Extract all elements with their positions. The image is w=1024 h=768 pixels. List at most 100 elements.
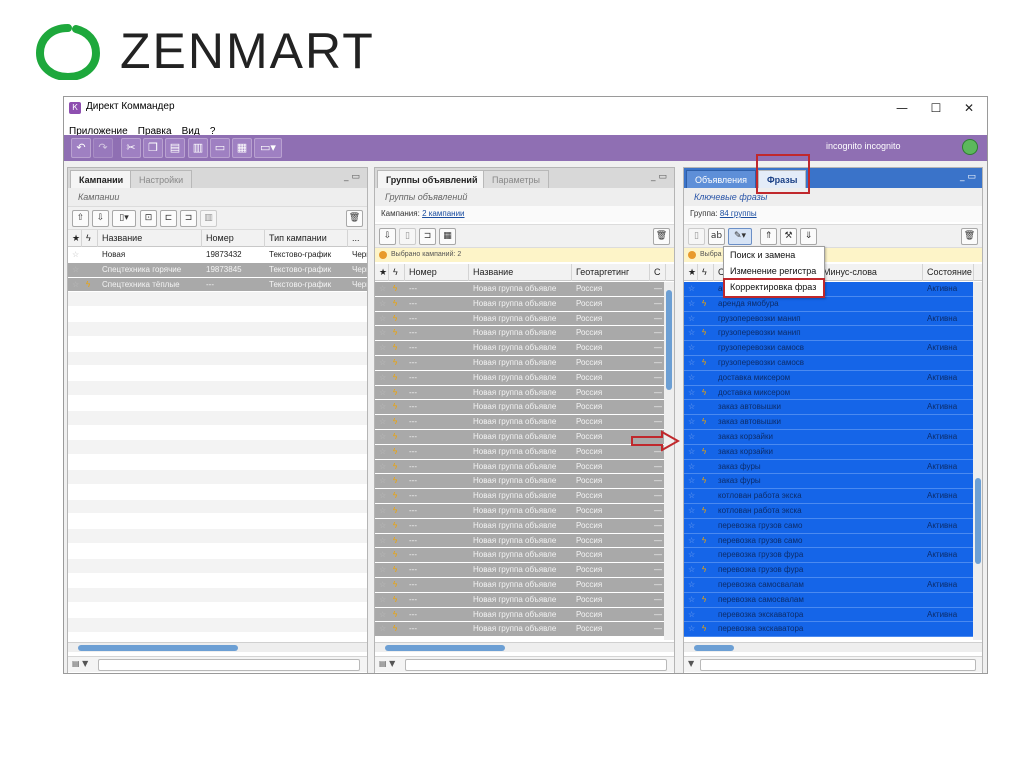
bolt-col-icon[interactable]: ϟ (698, 264, 714, 281)
export-icon[interactable]: ⊐ (419, 228, 436, 245)
star-col-icon[interactable]: ★ (68, 230, 82, 247)
minimize-button[interactable]: — (888, 99, 916, 117)
table-row[interactable]: ☆ ϟ перевозка грузов само (684, 533, 982, 549)
table-icon[interactable]: ▦ (439, 228, 456, 245)
table-row[interactable]: ☆ перевозка экскаватора Активна (684, 607, 982, 623)
table-row[interactable]: ☆ ϟ --- Новая группа объявле Россия — (375, 622, 674, 638)
table-row[interactable]: ☆ грузоперевозки манип Активна (684, 311, 982, 327)
scroll-thumb[interactable] (78, 645, 238, 651)
bolt-col-icon[interactable]: ϟ (389, 264, 405, 281)
table-row[interactable]: ☆ ϟ --- Новая группа объявле Россия — (375, 459, 674, 475)
table-row[interactable]: ☆ ϟ заказ автовышки (684, 415, 982, 430)
paste-icon[interactable]: ▤ (165, 138, 185, 158)
table-row[interactable]: ☆ ϟ --- Новая группа объявле Россия — (375, 503, 674, 519)
table-row[interactable]: ☆ ϟ --- Новая группа объявле Россия — (375, 341, 674, 356)
table-row[interactable]: ☆ ϟ Спецтехника тёплые --- Текстово-график Че… (68, 277, 367, 293)
table-row[interactable]: ☆ ϟ --- Новая группа объявле Россия — (375, 592, 674, 608)
table-row[interactable]: ☆ ϟ перевозка грузов фура (684, 563, 982, 578)
table-row[interactable]: ☆ перевозка самосвалам Активна (684, 577, 982, 593)
table-row[interactable]: ☆ ϟ --- Новая группа объявле Россия — (375, 533, 674, 549)
adgroups-filter-input[interactable] (405, 659, 667, 671)
table-row[interactable]: ☆ ϟ --- Новая группа объявле Россия — (375, 607, 674, 623)
scroll-thumb[interactable] (975, 478, 981, 564)
phrases-vscroll[interactable] (973, 282, 982, 640)
col-geo[interactable]: Геотаргетинг (572, 264, 650, 281)
col-extra[interactable]: С (650, 264, 666, 281)
col-name[interactable]: Название (469, 264, 572, 281)
table-row[interactable]: ☆ ϟ --- Новая группа объявле Россия — (375, 563, 674, 578)
new-doc-icon[interactable]: ▯ (399, 228, 416, 245)
col-more[interactable]: ... (348, 230, 367, 247)
table-row[interactable]: ☆ ϟ --- Новая группа объявле Россия — (375, 311, 674, 327)
table-row[interactable]: ☆ ϟ --- Новая группа объявле Россия — (375, 489, 674, 504)
phrases-filter-input[interactable] (700, 659, 976, 671)
table-row[interactable]: ☆ ϟ грузоперевозки самосв (684, 355, 982, 371)
table-row[interactable]: ☆ ϟ --- Новая группа объявле Россия — (375, 415, 674, 430)
table-row[interactable]: ☆ ϟ --- Новая группа объявле Россия — (375, 400, 674, 416)
bolt-col-icon[interactable]: ϟ (82, 230, 98, 247)
campaigns-hscroll[interactable] (68, 642, 367, 652)
panel-minimize-icon[interactable]: _ ▭ (960, 172, 976, 182)
table-row[interactable]: ☆ заказ корзайки Активна (684, 429, 982, 445)
dropdown-icon[interactable]: ▭▾ (254, 138, 282, 158)
table-row[interactable]: ☆ заказ фуры Активна (684, 459, 982, 475)
export-icon[interactable]: ⊐ (180, 210, 197, 227)
phrases-hscroll[interactable] (684, 642, 982, 652)
table-row[interactable]: ☆ ϟ --- Новая группа объявле Россия — (375, 548, 674, 564)
table-row[interactable]: ☆ ϟ аренда ямобура (684, 296, 982, 312)
maximize-button[interactable]: ☐ (922, 99, 950, 117)
delete-icon[interactable]: 🗑 (961, 228, 978, 245)
adgroups-hscroll[interactable] (375, 642, 674, 652)
chart-icon[interactable]: ▥ (188, 138, 208, 158)
scroll-thumb[interactable] (385, 645, 505, 651)
filter-icon[interactable]: ▤ ▼ (379, 659, 395, 668)
tab-parameters[interactable]: Параметры (483, 170, 549, 188)
table-row[interactable]: ☆ доставка миксером Активна (684, 370, 982, 386)
col-state[interactable]: Состояние (923, 264, 974, 281)
table-row[interactable]: ☆ ϟ --- Новая группа объявле Россия — (375, 326, 674, 342)
import-icon[interactable]: ⊏ (160, 210, 177, 227)
table-row[interactable]: ☆ ϟ --- Новая группа объявле Россия — (375, 355, 674, 371)
download-icon[interactable]: ⇩ (379, 228, 396, 245)
menu-item-find-replace[interactable]: Поиск и замена (724, 247, 824, 263)
abc-icon[interactable]: ab (708, 228, 725, 245)
tab-settings[interactable]: Настройки (130, 170, 193, 188)
table-row[interactable]: ☆ заказ автовышки Активна (684, 400, 982, 416)
upload-icon[interactable]: ⇧ (72, 210, 89, 227)
delete-icon[interactable]: 🗑 (653, 228, 670, 245)
copy-icon[interactable]: ❐ (143, 138, 163, 158)
panel-minimize-icon[interactable]: _ ▭ (344, 172, 360, 182)
table-icon[interactable]: ▦ (232, 138, 252, 158)
edit-menu-icon[interactable]: ✎▾ (728, 228, 752, 245)
raise-bid-icon[interactable]: ⇑ (760, 228, 777, 245)
copy-campaign-icon[interactable]: ⊡ (140, 210, 157, 227)
table-row[interactable]: ☆ котлован работа экска Активна (684, 489, 982, 504)
table-row[interactable]: ☆ ϟ --- Новая группа объявле Россия — (375, 474, 674, 490)
download-icon[interactable]: ⇩ (92, 210, 109, 227)
lower-bid-icon[interactable]: ⇓ (800, 228, 817, 245)
adgroups-vscroll[interactable] (664, 282, 674, 640)
table-row[interactable]: ☆ ϟ перевозка экскаватора (684, 622, 982, 638)
table-row[interactable]: ☆ Спецтехника горячие 19873845 Текстово-гра… (68, 262, 367, 278)
table-row[interactable]: ☆ Новая 19873432 Текстово-график Черн (68, 248, 367, 263)
table-row[interactable]: ☆ ϟ --- Новая группа объявле Россия — (375, 518, 674, 534)
delete-icon[interactable]: 🗑 (346, 210, 363, 227)
online-status-icon[interactable] (962, 139, 978, 155)
filter-icon[interactable]: ▤ ▼ (72, 659, 88, 668)
filter-icon[interactable]: ▼ (688, 659, 694, 668)
table-row[interactable]: ☆ перевозка грузов само Активна (684, 518, 982, 534)
col-number[interactable]: Номер (202, 230, 265, 247)
table-row[interactable]: ☆ ϟ --- Новая группа объявле Россия — (375, 282, 674, 297)
star-col-icon[interactable]: ★ (375, 264, 389, 281)
table-row[interactable]: ☆ ϟ --- Новая группа объявле Россия — (375, 577, 674, 593)
table-row[interactable]: ☆ ϟ --- Новая группа объявле Россия — (375, 296, 674, 312)
undo-icon[interactable]: ↶ (71, 138, 91, 158)
panel-minimize-icon[interactable]: _ ▭ (651, 172, 667, 182)
col-minus-words[interactable]: Минус-слова (819, 264, 923, 281)
col-type[interactable]: Тип кампании (265, 230, 348, 247)
table-row[interactable]: ☆ ϟ доставка миксером (684, 385, 982, 401)
scroll-thumb[interactable] (666, 290, 672, 390)
table-row[interactable]: ☆ ϟ заказ корзайки (684, 444, 982, 460)
table-row[interactable]: ☆ ϟ грузоперевозки манип (684, 326, 982, 342)
tab-adgroups[interactable]: Группы объявлений (377, 170, 487, 188)
